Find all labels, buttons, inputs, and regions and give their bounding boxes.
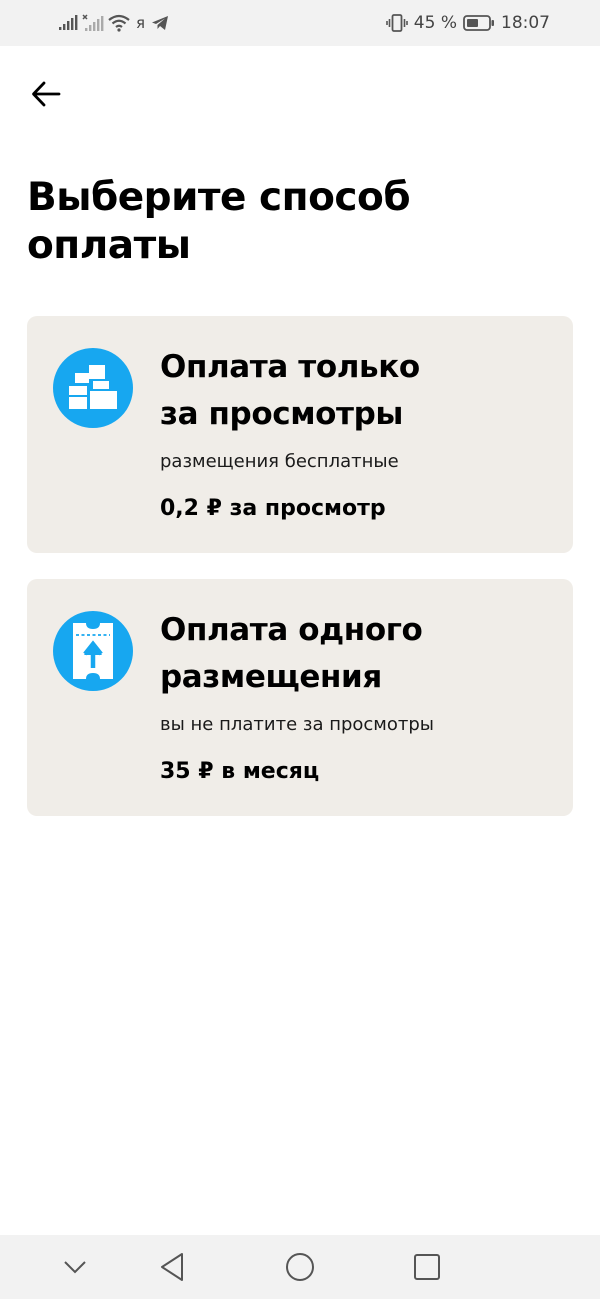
chevron-down-icon: [64, 1261, 86, 1274]
vibrate-icon: [385, 14, 408, 32]
battery-icon: [463, 15, 494, 31]
page-title: Выберите способ оплаты: [27, 175, 411, 268]
signal-icon: [59, 15, 78, 30]
payment-method-screen: я 45 % 18:07 Выберите способ оплаты Опла…: [0, 0, 600, 1299]
status-time: 18:07: [501, 13, 550, 33]
status-left-group: я: [58, 12, 169, 34]
option-pay-per-listing[interactable]: Оплата одного размещения вы не платите з…: [27, 579, 573, 816]
option-subtitle: вы не платите за просмотры: [160, 714, 435, 735]
option-price: 35 ₽ в месяц: [160, 759, 320, 784]
option-title-line1: Оплата одного: [160, 612, 423, 648]
nav-home-circle-icon: [286, 1253, 314, 1281]
battery-percent: 45 %: [413, 13, 457, 33]
nav-recent-button[interactable]: [407, 1247, 447, 1287]
option-price: 0,2 ₽ за просмотр: [160, 496, 386, 521]
option-subtitle: размещения бесплатные: [160, 451, 399, 472]
back-button[interactable]: [24, 72, 68, 116]
status-right-group: 45 % 18:07: [385, 12, 550, 34]
wifi-icon: [108, 14, 130, 32]
nav-back-button[interactable]: [152, 1247, 192, 1287]
navigation-bar: [0, 1235, 600, 1299]
blocks-icon: [53, 348, 133, 428]
nav-home-button[interactable]: [280, 1247, 320, 1287]
carrier-label: я: [136, 14, 146, 32]
status-bar: я 45 % 18:07: [0, 0, 600, 46]
option-title-line2: размещения: [160, 659, 382, 695]
arrow-left-icon: [32, 81, 61, 107]
option-pay-per-view[interactable]: Оплата только за просмотры размещения бе…: [27, 316, 573, 553]
signal-no-sim-icon: [82, 14, 104, 31]
nav-back-triangle-icon: [161, 1253, 183, 1281]
telegram-icon: [152, 16, 169, 30]
option-title-line1: Оплата только: [160, 349, 420, 385]
hide-nav-button[interactable]: [55, 1247, 95, 1287]
nav-recent-square-icon: [414, 1254, 440, 1280]
option-title: Оплата только за просмотры: [160, 344, 550, 438]
option-title: Оплата одного размещения: [160, 607, 550, 701]
ticket-up-icon: [53, 611, 133, 691]
option-title-line2: за просмотры: [160, 396, 404, 432]
